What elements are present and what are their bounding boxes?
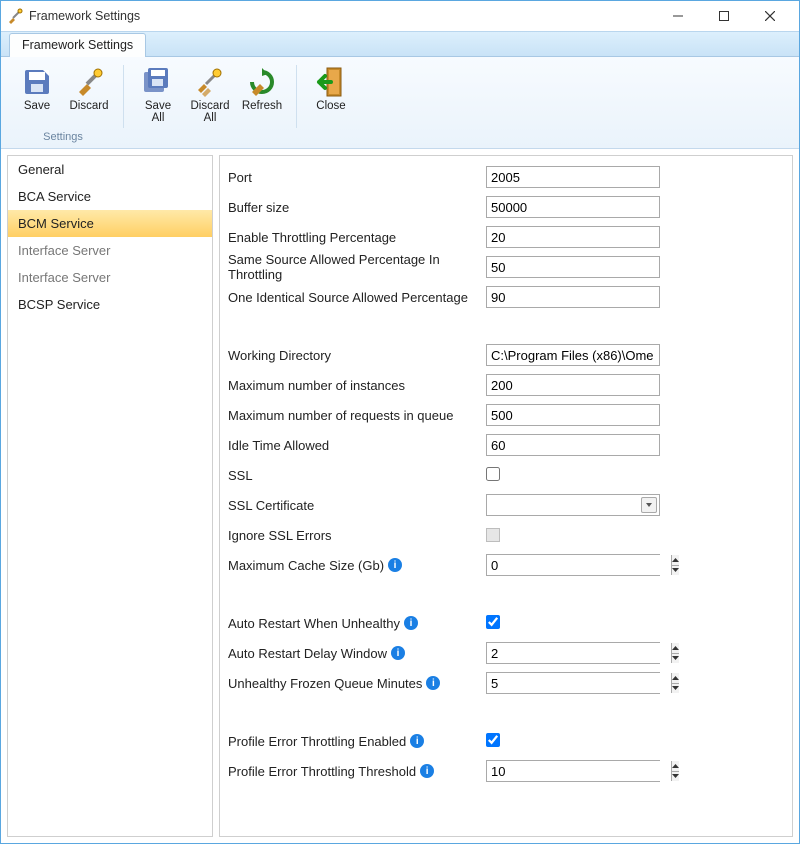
info-icon[interactable]: i [404, 616, 418, 630]
sidebar-item-interface-server[interactable]: Interface Server [8, 264, 212, 291]
label-working-dir: Working Directory [228, 348, 486, 363]
label-max-instances: Maximum number of instances [228, 378, 486, 393]
label-profile-err-threshold: Profile Error Throttling Threshold [228, 764, 416, 779]
checkbox-profile-err-enabled[interactable] [486, 733, 500, 747]
ribbon-group-settings: Save Discard Settings [7, 61, 119, 146]
label-ssl-cert: SSL Certificate [228, 498, 486, 513]
ribbon-separator [123, 65, 124, 128]
window-title: Framework Settings [29, 9, 655, 23]
tab-framework-settings[interactable]: Framework Settings [9, 33, 146, 57]
input-idle-time[interactable] [486, 434, 660, 456]
save-all-icon [142, 66, 174, 98]
input-working-dir[interactable] [486, 344, 660, 366]
label-auto-restart-delay: Auto Restart Delay Window [228, 646, 387, 661]
info-icon[interactable]: i [420, 764, 434, 778]
settings-form: Port Buffer size Enable Throttling Perce… [219, 155, 793, 837]
save-icon [21, 66, 53, 98]
info-icon[interactable]: i [388, 558, 402, 572]
save-button[interactable]: Save [13, 63, 61, 129]
checkbox-ssl[interactable] [486, 467, 500, 481]
input-one-identical[interactable] [486, 286, 660, 308]
ribbon-group-close: Close [301, 61, 361, 146]
spin-up-icon[interactable] [672, 643, 679, 654]
tab-strip: Framework Settings [1, 31, 799, 57]
close-door-icon [315, 66, 347, 98]
spinner-profile-err-threshold[interactable] [486, 760, 660, 782]
spin-up-icon[interactable] [672, 673, 679, 684]
info-icon[interactable]: i [391, 646, 405, 660]
app-icon [7, 8, 23, 24]
label-same-source: Same Source Allowed Percentage In Thrott… [228, 252, 486, 282]
input-same-source[interactable] [486, 256, 660, 278]
close-button[interactable]: Close [307, 63, 355, 129]
content-area: GeneralBCA ServiceBCM ServiceInterface S… [1, 149, 799, 843]
spin-up-icon[interactable] [672, 555, 679, 566]
close-window-button[interactable] [747, 1, 793, 31]
refresh-button[interactable]: Refresh [238, 63, 286, 129]
label-max-requests: Maximum number of requests in queue [228, 408, 486, 423]
maximize-button[interactable] [701, 1, 747, 31]
input-enable-throttling[interactable] [486, 226, 660, 248]
sidebar: GeneralBCA ServiceBCM ServiceInterface S… [7, 155, 213, 837]
label-profile-err-enabled: Profile Error Throttling Enabled [228, 734, 406, 749]
minimize-button[interactable] [655, 1, 701, 31]
spinner-unhealthy-frozen[interactable] [486, 672, 660, 694]
sidebar-item-general[interactable]: General [8, 156, 212, 183]
ribbon-separator [296, 65, 297, 128]
refresh-icon [246, 66, 278, 98]
sidebar-item-bcm-service[interactable]: BCM Service [8, 210, 212, 237]
ribbon: Save Discard Settings Save All Discard A… [1, 57, 799, 149]
label-enable-throttling: Enable Throttling Percentage [228, 230, 486, 245]
ribbon-group-all: Save All Discard All Refresh [128, 61, 292, 146]
info-icon[interactable]: i [410, 734, 424, 748]
label-one-identical: One Identical Source Allowed Percentage [228, 290, 486, 305]
discard-all-icon [194, 66, 226, 98]
label-ssl: SSL [228, 468, 486, 483]
input-max-instances[interactable] [486, 374, 660, 396]
spinner-max-cache[interactable] [486, 554, 660, 576]
discard-icon [73, 66, 105, 98]
spin-down-icon[interactable] [672, 684, 679, 694]
spin-up-icon[interactable] [672, 761, 679, 772]
sidebar-item-bcsp-service[interactable]: BCSP Service [8, 291, 212, 318]
label-port: Port [228, 170, 486, 185]
sidebar-item-interface-server[interactable]: Interface Server [8, 237, 212, 264]
checkbox-ignore-ssl-errors [486, 528, 500, 542]
input-buffer-size[interactable] [486, 196, 660, 218]
title-bar: Framework Settings [1, 1, 799, 31]
sidebar-item-bca-service[interactable]: BCA Service [8, 183, 212, 210]
label-idle-time: Idle Time Allowed [228, 438, 486, 453]
ribbon-group-label: Settings [7, 129, 119, 144]
discard-all-button[interactable]: Discard All [186, 63, 234, 129]
spinner-auto-restart-delay[interactable] [486, 642, 660, 664]
label-auto-restart: Auto Restart When Unhealthy [228, 616, 400, 631]
checkbox-auto-restart[interactable] [486, 615, 500, 629]
spin-down-icon[interactable] [672, 566, 679, 576]
spin-down-icon[interactable] [672, 654, 679, 664]
label-ignore-ssl-errors: Ignore SSL Errors [228, 528, 486, 543]
select-ssl-cert[interactable] [486, 494, 660, 516]
spin-down-icon[interactable] [672, 772, 679, 782]
label-buffer-size: Buffer size [228, 200, 486, 215]
input-port[interactable] [486, 166, 660, 188]
input-max-requests[interactable] [486, 404, 660, 426]
label-max-cache: Maximum Cache Size (Gb) [228, 558, 384, 573]
discard-button[interactable]: Discard [65, 63, 113, 129]
info-icon[interactable]: i [426, 676, 440, 690]
chevron-down-icon [641, 497, 657, 513]
save-all-button[interactable]: Save All [134, 63, 182, 129]
label-unhealthy-frozen: Unhealthy Frozen Queue Minutes [228, 676, 422, 691]
